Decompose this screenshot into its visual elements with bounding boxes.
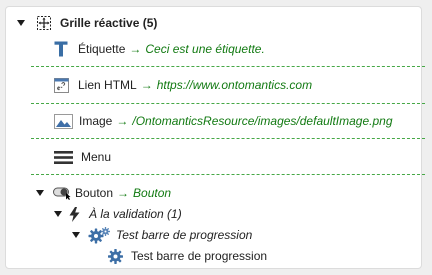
node-value: /OntomanticsResource/images/defaultImage…: [132, 114, 393, 128]
tree-node-a-la-validation[interactable]: À la validation (1): [54, 205, 182, 223]
divider: [31, 66, 425, 67]
node-label: Bouton: [75, 186, 114, 200]
collapse-caret-icon[interactable]: [36, 190, 44, 196]
collapse-caret-icon[interactable]: [17, 20, 25, 26]
collapse-caret-icon[interactable]: [54, 211, 62, 217]
tree-panel: Grille réactive (5) Étiquette → Ceci est…: [5, 6, 425, 269]
arrow: →: [140, 78, 153, 92]
tree-node-menu[interactable]: Menu: [53, 148, 111, 166]
arrow: →: [129, 42, 142, 56]
tree-node-test-barre[interactable]: Test barre de progression: [107, 247, 267, 265]
divider: [31, 138, 425, 139]
node-label: Test barre de progression: [131, 249, 268, 263]
tree-node-etiquette[interactable]: Étiquette → Ceci est une étiquette.: [53, 40, 265, 58]
divider: [31, 103, 425, 104]
toggle-button-icon: [53, 184, 71, 202]
arrow: →: [116, 114, 129, 128]
node-label: Étiquette: [78, 42, 126, 56]
node-label: Menu: [81, 150, 112, 164]
tree-node-action-test-barre[interactable]: Test barre de progression: [72, 226, 252, 244]
node-value: https://www.ontomantics.com: [156, 78, 313, 92]
arrow: →: [117, 186, 130, 200]
node-label: Lien HTML: [78, 78, 137, 92]
lightning-icon: [68, 206, 80, 222]
node-value: Ceci est une étiquette.: [145, 42, 265, 56]
gears-icon: [88, 226, 110, 244]
gear-icon: [107, 247, 123, 265]
node-label: Grille réactive (5): [60, 16, 158, 30]
tree-node-bouton[interactable]: Bouton → Bouton: [36, 184, 171, 202]
node-label: Image: [79, 114, 113, 128]
responsive-grid-icon: [36, 15, 52, 31]
tree-node-grille-reactive[interactable]: Grille réactive (5): [17, 15, 157, 31]
tree-node-image[interactable]: Image → /OntomanticsResource/images/defa…: [53, 112, 393, 130]
text-t-icon: [53, 40, 69, 58]
divider: [31, 174, 425, 175]
node-label: Test barre de progression: [116, 228, 253, 242]
collapse-caret-icon[interactable]: [72, 232, 80, 238]
menu-icon: [53, 148, 73, 166]
node-value: Bouton: [133, 186, 172, 200]
image-icon: [53, 112, 73, 130]
tree-node-lien-html[interactable]: Lien HTML → https://www.ontomantics.com: [53, 76, 312, 94]
node-label: À la validation (1): [89, 207, 182, 221]
link-window-icon: [53, 76, 69, 94]
